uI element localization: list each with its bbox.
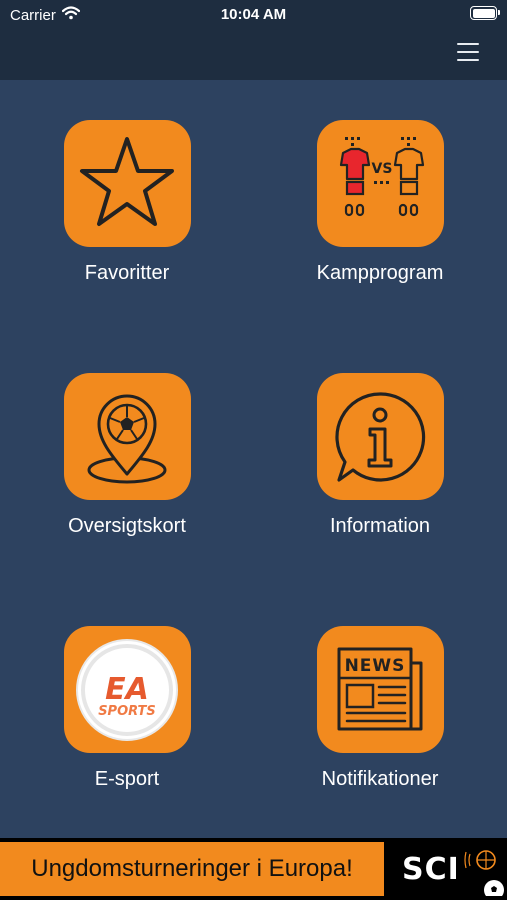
tile-label: Favoritter — [84, 262, 170, 284]
tile-favoritter[interactable]: Favoritter — [37, 120, 217, 300]
status-time: 10:04 AM — [220, 6, 287, 23]
promo-text: Ungdomsturneringer i Europa! — [0, 842, 384, 896]
status-bar: Carrier 10:04 AM — [0, 0, 507, 30]
sports-logo-text: SPORTS — [98, 704, 156, 719]
battery-icon — [470, 6, 500, 20]
tile-information[interactable]: Information — [290, 373, 470, 553]
map-pin-football-icon — [63, 373, 191, 500]
star-icon — [63, 120, 191, 247]
tile-notifikationer[interactable]: NEWS Notifikationer — [290, 626, 470, 806]
battery-fill — [472, 8, 495, 18]
hamburger-menu-icon[interactable] — [457, 43, 479, 61]
tile-kampprogram[interactable]: VS Kampprogram — [290, 120, 470, 300]
tile-label: E-sport — [94, 768, 160, 790]
sci-logo: SCI — [392, 842, 507, 896]
sci-logo-text: SCI — [402, 852, 460, 887]
news-text: NEWS — [345, 656, 406, 676]
tile-label: Notifikationer — [321, 768, 439, 790]
promo-banner[interactable]: Ungdomsturneringer i Europa! SCI — [0, 838, 507, 900]
menu-grid: Favoritter VS Kampprogram Oversigtskort … — [0, 80, 507, 838]
ea-sports-logo-icon: EA SPORTS — [63, 626, 191, 753]
tile-label: Oversigtskort — [68, 515, 186, 537]
svg-text:VS: VS — [372, 161, 393, 177]
nav-bar — [0, 30, 507, 80]
tile-oversigtskort[interactable]: Oversigtskort — [37, 373, 217, 553]
sci-globe-icon — [464, 850, 504, 896]
newspaper-icon: NEWS — [316, 626, 444, 753]
ea-logo-text: EA — [105, 672, 149, 707]
info-bubble-icon — [316, 373, 444, 500]
tile-e-sport[interactable]: EA SPORTS E-sport — [37, 626, 217, 806]
match-jerseys-vs-icon: VS — [316, 120, 444, 247]
tile-label: Kampprogram — [316, 262, 444, 284]
tile-label: Information — [329, 515, 431, 537]
